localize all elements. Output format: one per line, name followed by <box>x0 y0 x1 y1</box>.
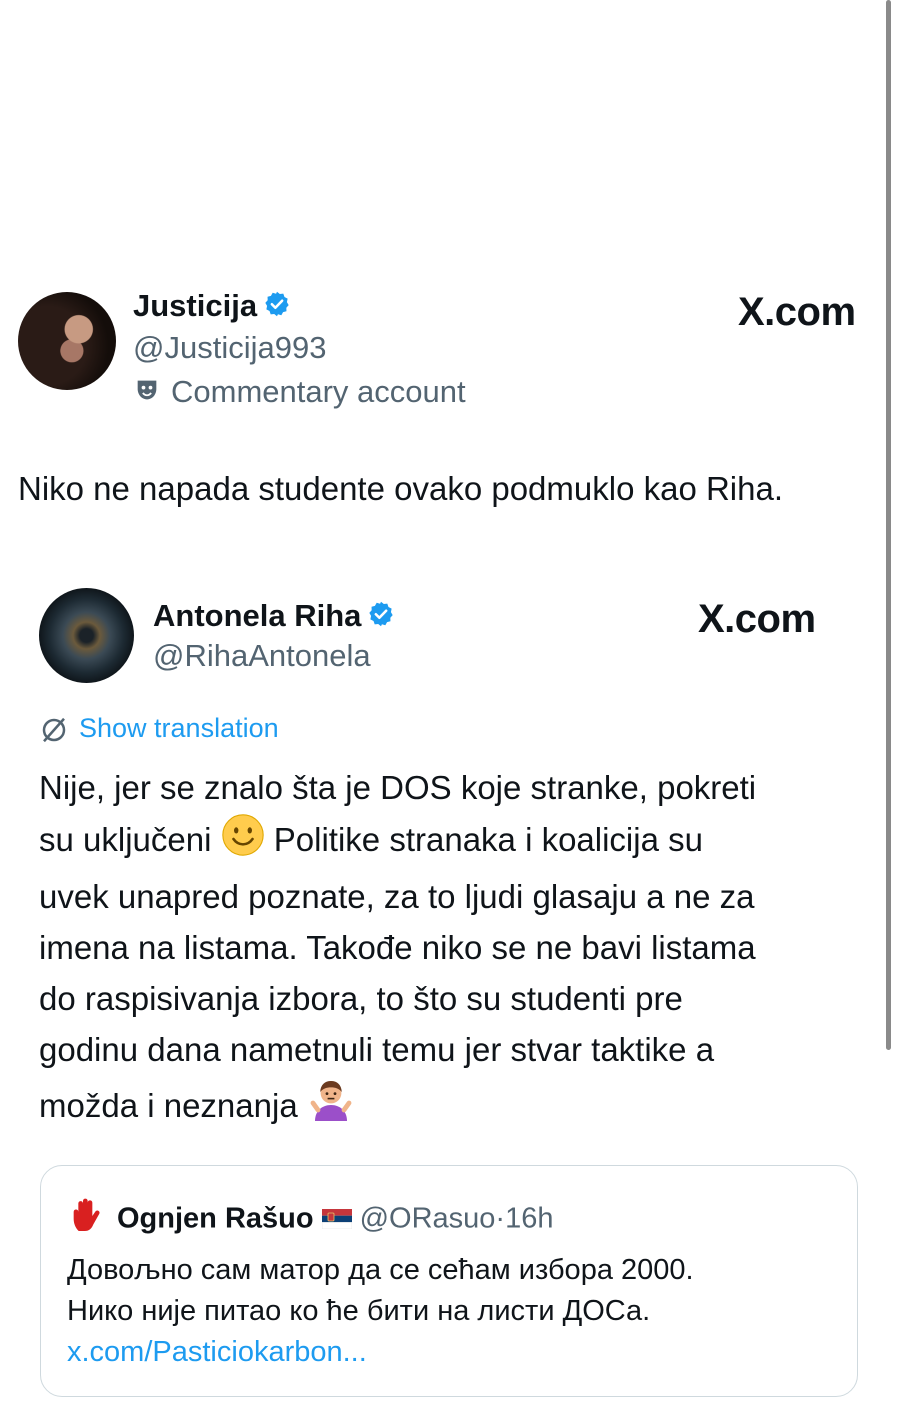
tweet-line: godinu dana nametnuli temu jer stvar tak… <box>39 1031 715 1068</box>
author-handle[interactable]: @RihaAntonela <box>153 638 371 674</box>
author-name-text: Antonela Riha <box>153 598 362 633</box>
tweet-line: imena na listama. Takođe niko se ne bavi… <box>39 929 756 966</box>
author-name[interactable]: Antonela Riha <box>153 598 395 636</box>
tweet-text: Niko ne napada studente ovako podmuklo k… <box>18 470 784 507</box>
author-name[interactable]: Justicija <box>133 288 291 326</box>
quoted-line: Нико није питао ко ће бити на листи ДОСа… <box>67 1295 651 1327</box>
tweet-line: možda i neznanja <box>39 1075 869 1137</box>
meta-separator: · <box>495 1202 506 1235</box>
tweet-line-part: Politike stranaka i koalicija su <box>273 821 703 858</box>
avatar[interactable] <box>18 292 116 390</box>
quoted-author-name[interactable]: Ognjen Rašuo <box>117 1203 314 1235</box>
tweet-line-part: su uključeni <box>39 821 212 858</box>
quoted-line: Довољно сам матор да се сећам избора 200… <box>67 1254 694 1286</box>
tweet-body: Nije, jer se znalo šta je DOS koje stran… <box>39 762 869 1137</box>
x-watermark: X.com <box>738 290 856 334</box>
quoted-tweet-card[interactable]: Ognjen Rašuo @ORasuo·16h Довољно сам мато… <box>40 1165 858 1397</box>
red-hand-icon <box>67 1196 107 1244</box>
quoted-timestamp[interactable]: 16h <box>505 1203 553 1235</box>
verified-badge-icon <box>263 290 291 326</box>
slight-smile-emoji <box>221 813 265 871</box>
quoted-tweet-header: Ognjen Rašuo @ORasuo·16h <box>67 1196 553 1244</box>
translate-icon <box>42 717 66 742</box>
tweet-line: do raspisivanja izbora, to što su studen… <box>39 980 683 1017</box>
tweet-line-part: možda i neznanja <box>39 1087 298 1124</box>
tweet-line: Nije, jer se znalo šta je DOS koje stran… <box>39 769 757 806</box>
x-watermark: X.com <box>698 597 816 641</box>
tweet-line: uvek unapred poznate, za to ljudi glasaj… <box>39 878 755 915</box>
author-handle[interactable]: @Justicija993 <box>133 330 326 366</box>
avatar[interactable] <box>39 588 134 683</box>
tweet-line: su uključeni Politike stranaka i koalici… <box>39 813 869 871</box>
verified-badge-icon <box>367 600 395 636</box>
show-translation-link[interactable]: Show translation <box>39 713 279 745</box>
shrug-emoji <box>307 1075 355 1137</box>
quoted-tweet-body: Довољно сам матор да се сећам избора 200… <box>67 1250 847 1373</box>
commentary-mask-icon <box>133 376 161 412</box>
account-label: Commentary account <box>133 374 466 412</box>
serbian-flag-icon <box>321 1204 352 1237</box>
quoted-link[interactable]: x.com/Pasticiokarbon... <box>67 1332 847 1373</box>
quoted-author-handle[interactable]: @ORasuo <box>360 1203 496 1235</box>
show-translation-label: Show translation <box>79 713 279 743</box>
account-label-text: Commentary account <box>171 374 466 409</box>
scrollbar[interactable] <box>886 0 891 1050</box>
author-name-text: Justicija <box>133 288 258 323</box>
